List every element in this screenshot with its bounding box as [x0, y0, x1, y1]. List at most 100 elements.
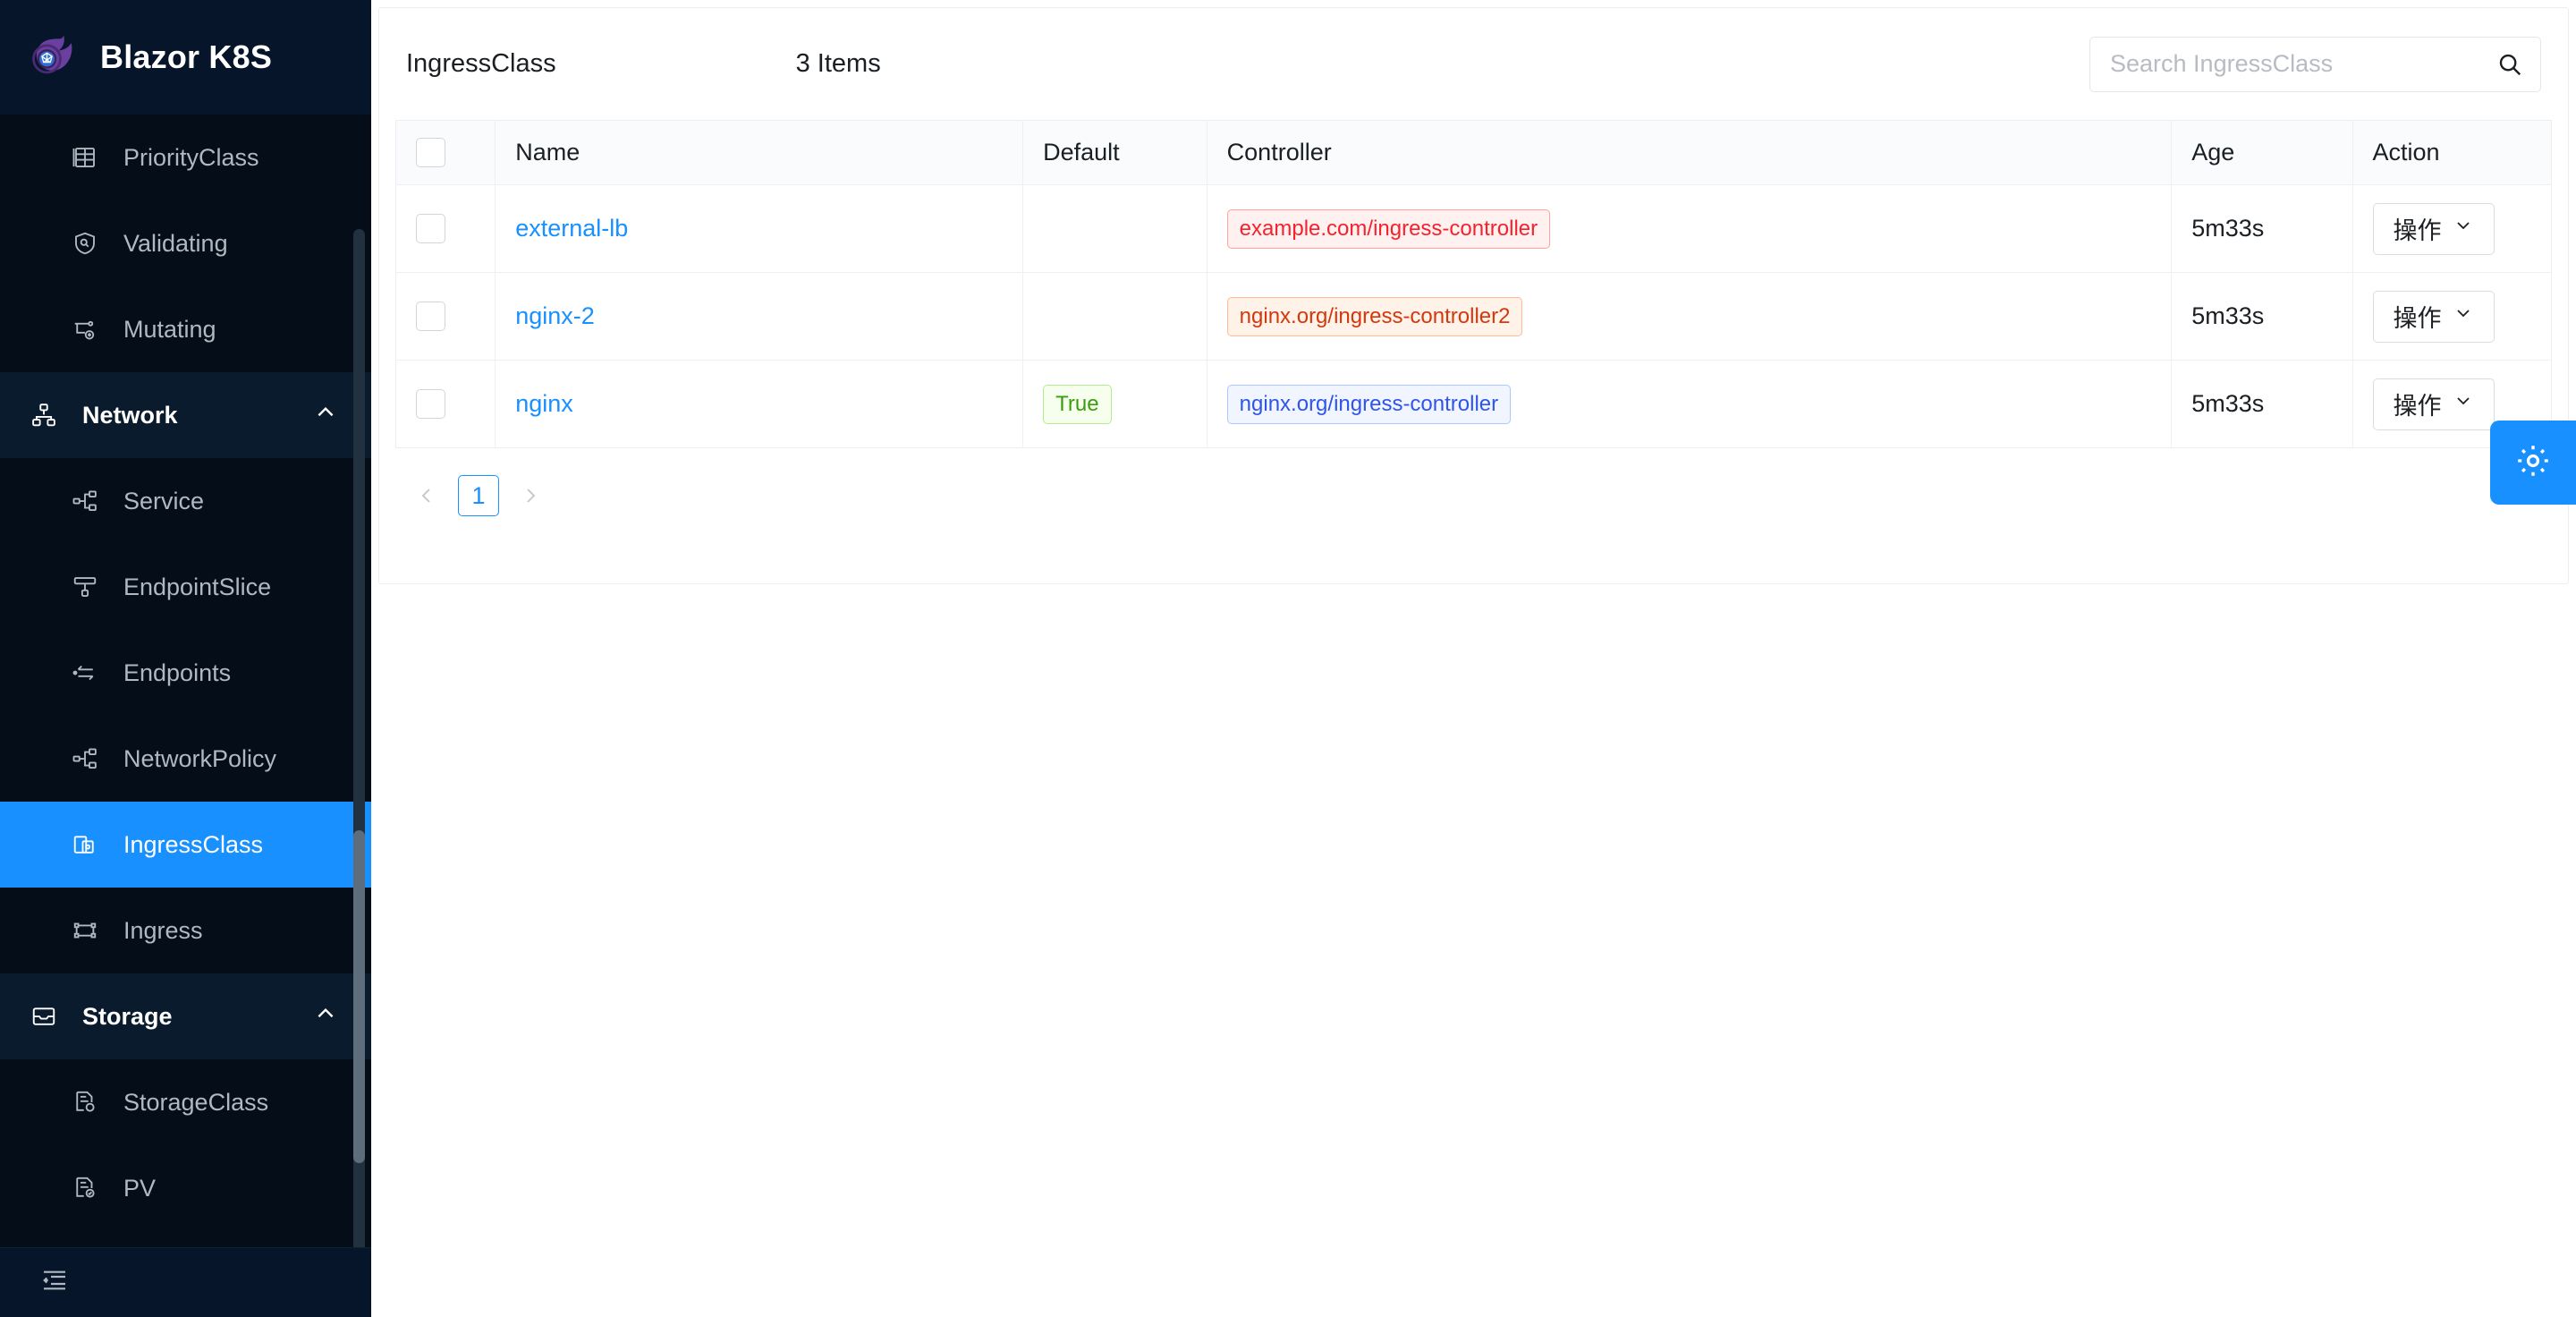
ingressclass-card: IngressClass 3 Items Search IngressClass… [378, 7, 2569, 584]
sidebar-item-mutating[interactable]: Mutating [0, 286, 371, 372]
brand-header[interactable]: Blazor K8S [0, 0, 371, 115]
pagination: 1 [395, 448, 2552, 516]
search-input[interactable] [2089, 36, 2541, 92]
sidebar-group-label: Storage [82, 1002, 173, 1030]
sidebar-item-label: Endpoints [123, 658, 232, 686]
shield-check-icon [70, 228, 100, 259]
sidebar-item-endpoints[interactable]: Endpoints [0, 630, 371, 716]
controller-badge: example.com/ingress-controller [1226, 208, 1551, 249]
sidebar-item-storageclass[interactable]: StorageClass [0, 1059, 371, 1145]
table-row: nginx True nginx.org/ingress-controller … [395, 360, 2552, 448]
row-checkbox[interactable] [416, 214, 445, 243]
sidebar-footer [0, 1247, 371, 1317]
items-count: 3 Items [795, 49, 881, 78]
endpoints-icon [70, 658, 100, 688]
controller-badge: nginx.org/ingress-controller2 [1226, 296, 1523, 336]
cell-controller: nginx.org/ingress-controller2 [1207, 272, 2173, 361]
chevron-down-icon [2453, 215, 2474, 242]
sidebar-item-label: Validating [123, 229, 228, 257]
mutating-webhook-icon [70, 314, 100, 344]
row-select-cell [395, 184, 496, 273]
brand-title: Blazor K8S [100, 38, 273, 75]
sidebar-group-network[interactable]: Network [0, 372, 371, 458]
cell-age: 5m33s [2171, 184, 2353, 273]
sidebar-item-label: Ingress [123, 916, 203, 944]
cell-default: True [1022, 360, 1208, 448]
sidebar: Blazor K8S PriorityClass Validating Muta [0, 0, 371, 1317]
cell-action: 操作 [2352, 184, 2552, 273]
chevron-up-icon[interactable] [314, 401, 337, 430]
gear-icon [2514, 442, 2552, 484]
app-root: Blazor K8S PriorityClass Validating Muta [0, 0, 2576, 1317]
sidebar-item-label: NetworkPolicy [123, 744, 277, 772]
action-button-label: 操作 [2393, 305, 2442, 332]
search-box [2089, 36, 2541, 92]
resource-name-link[interactable]: nginx [515, 390, 573, 417]
collapse-sidebar-icon[interactable] [40, 1266, 69, 1299]
select-all-checkbox[interactable] [416, 138, 445, 167]
table-row: nginx-2 nginx.org/ingress-controller2 5m… [395, 272, 2552, 361]
cell-age: 5m33s [2171, 272, 2353, 361]
chevron-up-icon[interactable] [314, 1002, 337, 1032]
action-button-label: 操作 [2393, 393, 2442, 420]
column-header-controller[interactable]: Controller [1207, 120, 2173, 185]
sidebar-item-validating[interactable]: Validating [0, 200, 371, 286]
cell-action: 操作 [2352, 272, 2552, 361]
toolbar: IngressClass 3 Items [395, 8, 2552, 120]
sidebar-item-networkpolicy[interactable]: NetworkPolicy [0, 716, 371, 802]
page-title: IngressClass [406, 49, 556, 78]
sidebar-group-storage[interactable]: Storage [0, 973, 371, 1059]
cell-default [1022, 184, 1208, 273]
cell-controller: example.com/ingress-controller [1207, 184, 2173, 273]
default-badge: True [1043, 384, 1112, 424]
select-all-header [395, 120, 496, 185]
resource-name-link[interactable]: nginx-2 [515, 302, 595, 329]
cell-name: external-lb [495, 184, 1024, 273]
sidebar-item-label: Mutating [123, 315, 216, 343]
sidebar-item-endpointslice[interactable]: EndpointSlice [0, 544, 371, 630]
sidebar-item-service[interactable]: Service [0, 458, 371, 544]
endpoint-slice-icon [70, 572, 100, 602]
chevron-right-icon[interactable] [510, 475, 551, 516]
ingress-class-icon [70, 829, 100, 860]
controller-badge: nginx.org/ingress-controller [1226, 384, 1512, 424]
network-policy-icon [70, 743, 100, 774]
network-icon [29, 400, 59, 430]
cell-controller: nginx.org/ingress-controller [1207, 360, 2173, 448]
sidebar-item-priorityclass[interactable]: PriorityClass [0, 115, 371, 200]
table-header-row: Name Default Controller Age Action [395, 120, 2552, 185]
row-checkbox[interactable] [416, 302, 445, 331]
sidebar-group-label: Network [82, 401, 178, 429]
action-dropdown-button[interactable]: 操作 [2372, 202, 2495, 255]
cell-name: nginx-2 [495, 272, 1024, 361]
action-dropdown-button[interactable]: 操作 [2372, 290, 2495, 343]
cell-name: nginx [495, 360, 1024, 448]
chevron-left-icon[interactable] [406, 475, 447, 516]
ingress-icon [70, 915, 100, 946]
cell-age: 5m33s [2171, 360, 2353, 448]
column-header-age[interactable]: Age [2171, 120, 2353, 185]
sidebar-item-ingress[interactable]: Ingress [0, 888, 371, 973]
settings-fab-button[interactable] [2490, 421, 2576, 505]
sidebar-scrollbar-thumb[interactable] [353, 830, 365, 1163]
sidebar-item-label: IngressClass [123, 830, 264, 858]
resource-name-link[interactable]: external-lb [515, 215, 628, 242]
service-icon [70, 486, 100, 516]
sidebar-item-ingressclass[interactable]: IngressClass [0, 802, 371, 888]
row-checkbox[interactable] [416, 389, 445, 419]
table-row: external-lb example.com/ingress-controll… [395, 184, 2552, 273]
cell-default [1022, 272, 1208, 361]
pv-icon [70, 1173, 100, 1203]
row-select-cell [395, 360, 496, 448]
main-content: IngressClass 3 Items Search IngressClass… [371, 0, 2576, 1317]
sidebar-item-label: PriorityClass [123, 143, 259, 171]
column-header-default[interactable]: Default [1022, 120, 1208, 185]
sidebar-item-pv[interactable]: PV [0, 1145, 371, 1231]
page-number-1[interactable]: 1 [458, 475, 499, 516]
storage-icon [29, 1001, 59, 1032]
action-dropdown-button[interactable]: 操作 [2372, 378, 2495, 430]
priority-class-icon [70, 142, 100, 173]
column-header-name[interactable]: Name [495, 120, 1024, 185]
action-button-label: 操作 [2393, 217, 2442, 244]
chevron-down-icon [2453, 390, 2474, 418]
